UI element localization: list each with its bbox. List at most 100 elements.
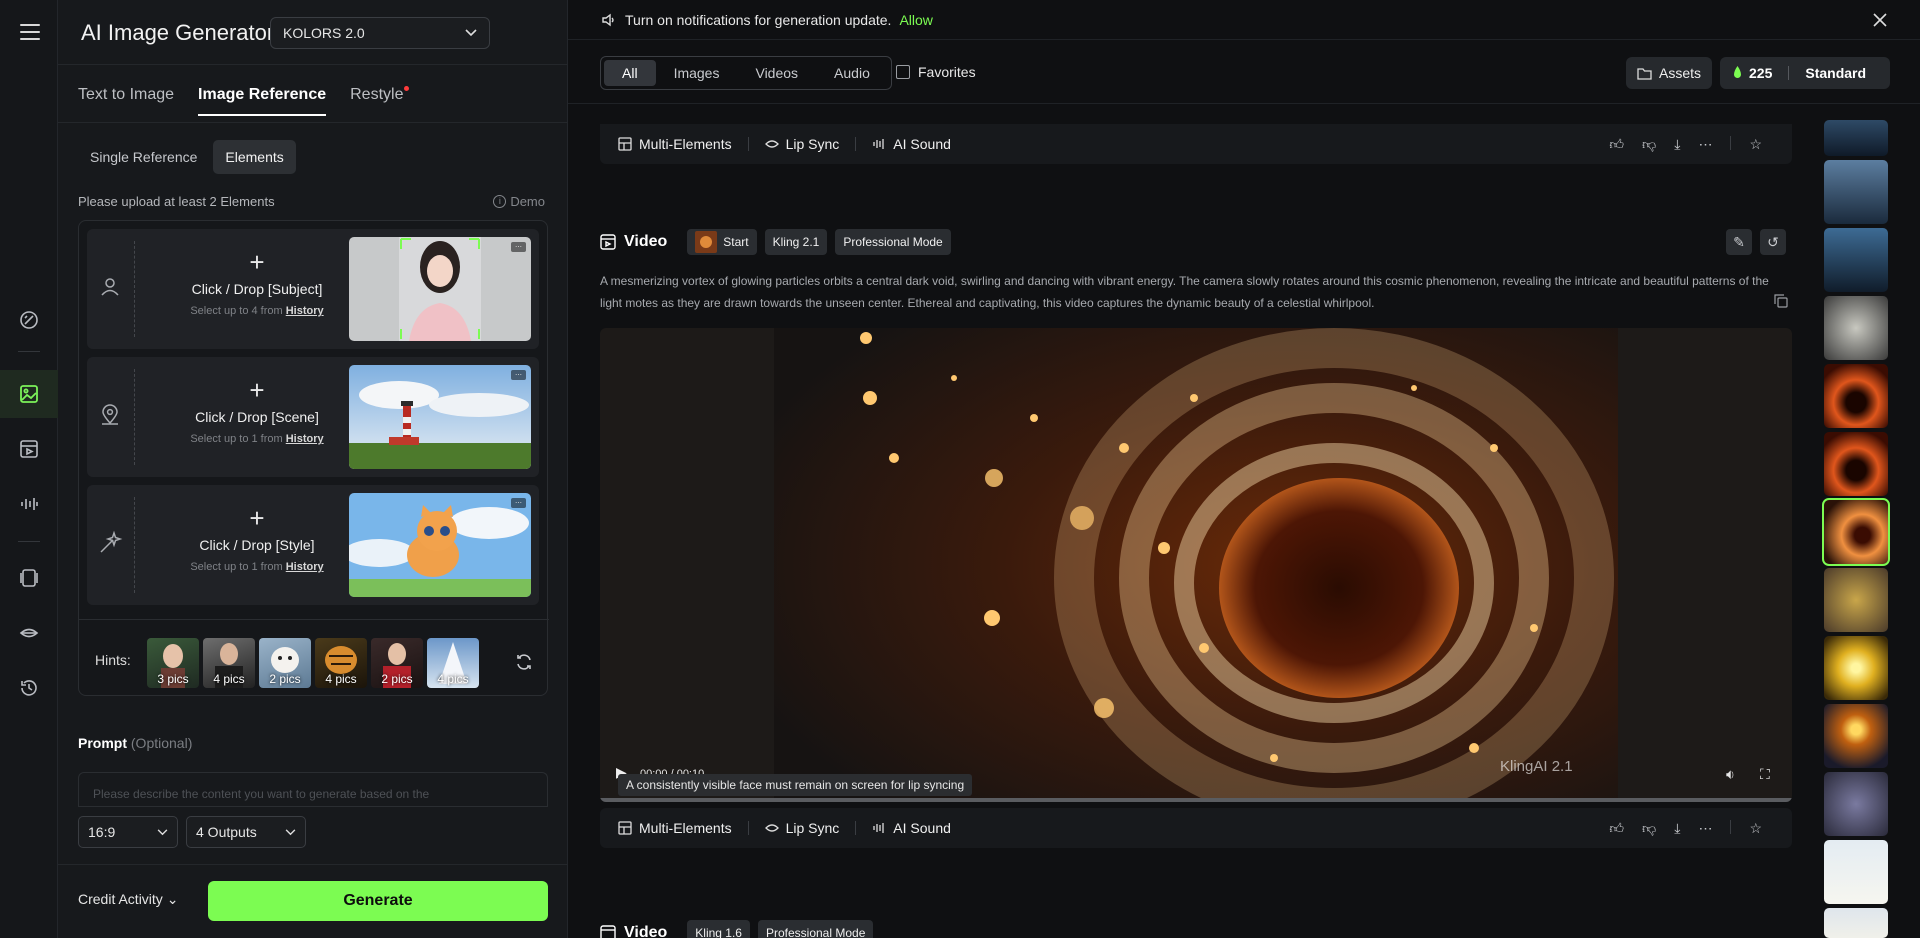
- multi-elements-button[interactable]: Multi-Elements: [618, 136, 732, 152]
- more-icon[interactable]: ⋯: [1698, 820, 1712, 837]
- single-reference-button[interactable]: Single Reference: [78, 140, 209, 174]
- filter-all[interactable]: All: [604, 60, 656, 86]
- favorites-checkbox[interactable]: Favorites: [896, 64, 976, 80]
- chevron-down-icon: [465, 29, 477, 37]
- download-icon[interactable]: ⤓: [1674, 820, 1680, 837]
- history-thumb[interactable]: [1824, 636, 1888, 700]
- history-icon[interactable]: [0, 664, 58, 712]
- history-thumb[interactable]: [1824, 704, 1888, 768]
- credits-badge[interactable]: 225 Standard: [1720, 57, 1890, 89]
- tab-text-to-image[interactable]: Text to Image: [78, 86, 174, 116]
- allow-link[interactable]: Allow: [899, 12, 932, 28]
- thumbs-down-icon[interactable]: 👎︎: [1642, 820, 1656, 837]
- fullscreen-icon[interactable]: ⛶: [1760, 766, 1778, 784]
- ai-sound-button[interactable]: AI Sound: [872, 820, 951, 836]
- filter-audio[interactable]: Audio: [816, 60, 888, 86]
- history-thumb[interactable]: [1824, 840, 1888, 904]
- start-frame-thumb: [695, 231, 718, 253]
- tab-restyle[interactable]: Restyle: [350, 86, 410, 116]
- video-icon[interactable]: [0, 425, 58, 473]
- edit-icon[interactable]: ✎: [1726, 229, 1752, 255]
- credit-activity-dropdown[interactable]: Credit Activity ⌄: [78, 891, 178, 908]
- subject-history-link[interactable]: History: [286, 305, 324, 317]
- copy-icon[interactable]: [1774, 294, 1788, 308]
- audio-wave-icon: [873, 139, 884, 149]
- regenerate-icon[interactable]: ↺: [1760, 229, 1786, 255]
- style-image[interactable]: ⋯: [349, 493, 531, 597]
- star-icon[interactable]: ☆: [1749, 136, 1762, 153]
- history-thumb[interactable]: [1824, 772, 1888, 836]
- assistant-icon[interactable]: [0, 296, 58, 344]
- scene-history-link[interactable]: History: [286, 433, 324, 445]
- video-card-header: Video Kling 1.6 Professional Mode: [600, 920, 874, 938]
- history-thumb[interactable]: [1824, 120, 1888, 156]
- style-history-link[interactable]: History: [286, 561, 324, 573]
- thumbs-up-icon[interactable]: 👍︎: [1609, 136, 1624, 153]
- history-thumb[interactable]: [1824, 432, 1888, 496]
- video-progress[interactable]: [600, 798, 1792, 802]
- hint-count: 4 pics: [325, 672, 357, 686]
- scene-image[interactable]: ⋯: [349, 365, 531, 469]
- scene-select-hint: Select up to 1 from History: [167, 433, 347, 445]
- canvas-icon[interactable]: [0, 554, 58, 602]
- assets-button[interactable]: Assets: [1626, 57, 1712, 89]
- thumbs-down-icon[interactable]: 👎︎: [1642, 136, 1656, 153]
- subject-image[interactable]: ⋯: [349, 237, 531, 341]
- refresh-icon[interactable]: [515, 653, 533, 671]
- hint-item[interactable]: 4 pics: [315, 638, 367, 688]
- chevron-down-icon: ⌄: [166, 891, 179, 907]
- history-thumb[interactable]: [1824, 296, 1888, 360]
- video-player[interactable]: 00:00 / 00:10 ▶ A consistently visible f…: [600, 328, 1792, 802]
- history-thumb-selected[interactable]: [1822, 498, 1890, 566]
- hint-item[interactable]: 2 pics: [259, 638, 311, 688]
- lip-sync-button[interactable]: Lip Sync: [764, 820, 839, 836]
- folder-icon: [1637, 67, 1652, 80]
- history-thumb[interactable]: [1824, 228, 1888, 292]
- element-scene[interactable]: + Click / Drop [Scene] Select up to 1 fr…: [87, 357, 539, 477]
- hint-item[interactable]: 4 pics: [427, 638, 479, 688]
- prompt-optional: (Optional): [130, 735, 193, 751]
- credits-count: 225: [1749, 65, 1773, 81]
- more-icon[interactable]: ⋯: [1698, 136, 1712, 153]
- close-icon[interactable]: [1872, 12, 1888, 28]
- model-select[interactable]: KOLORS 2.0: [270, 17, 490, 49]
- panel-title: AI Image Generator: [81, 20, 275, 45]
- download-icon[interactable]: ⤓: [1674, 136, 1680, 153]
- history-thumb[interactable]: [1824, 908, 1888, 938]
- multi-elements-button[interactable]: Multi-Elements: [618, 820, 732, 836]
- lips-icon[interactable]: [0, 609, 58, 657]
- prompt-description: A mesmerizing vortex of glowing particle…: [600, 274, 1769, 310]
- style-drop-label: Click / Drop [Style]: [199, 537, 315, 553]
- kling-badge: ⋯: [511, 242, 526, 252]
- star-icon[interactable]: ☆: [1749, 820, 1762, 837]
- filter-images[interactable]: Images: [656, 60, 738, 86]
- type-filter: All Images Videos Audio: [600, 56, 892, 90]
- lip-sync-button[interactable]: Lip Sync: [764, 136, 839, 152]
- hint-item[interactable]: 4 pics: [203, 638, 255, 688]
- menu-icon[interactable]: [20, 24, 40, 40]
- history-thumb[interactable]: [1824, 364, 1888, 428]
- image-icon[interactable]: [0, 370, 58, 418]
- demo-link[interactable]: i Demo: [493, 194, 545, 209]
- history-thumb[interactable]: [1824, 568, 1888, 632]
- filter-videos[interactable]: Videos: [737, 60, 816, 86]
- ratio-select[interactable]: 16:9: [78, 816, 178, 848]
- tab-image-reference[interactable]: Image Reference: [198, 86, 327, 116]
- hint-item[interactable]: 3 pics: [147, 638, 199, 688]
- thumbs-up-icon[interactable]: 👍︎: [1609, 820, 1624, 837]
- audio-icon[interactable]: [0, 480, 58, 528]
- new-dot: [404, 86, 410, 91]
- element-style[interactable]: + Click / Drop [Style] Select up to 1 fr…: [87, 485, 539, 605]
- ai-sound-button[interactable]: AI Sound: [872, 136, 951, 152]
- outputs-select[interactable]: 4 Outputs: [186, 816, 306, 848]
- volume-icon[interactable]: 🔉︎: [1726, 766, 1744, 784]
- flame-icon: [1734, 66, 1741, 78]
- prompt-input[interactable]: Please describe the content you want to …: [78, 772, 548, 806]
- history-thumb[interactable]: [1824, 160, 1888, 224]
- elements-button[interactable]: Elements: [213, 140, 296, 174]
- start-frame-chip[interactable]: Start: [687, 229, 757, 255]
- generate-button[interactable]: Generate: [208, 881, 548, 921]
- hint-item[interactable]: 2 pics: [371, 638, 423, 688]
- checkbox-icon: [896, 65, 910, 79]
- element-subject[interactable]: + Click / Drop [Subject] Select up to 4 …: [87, 229, 539, 349]
